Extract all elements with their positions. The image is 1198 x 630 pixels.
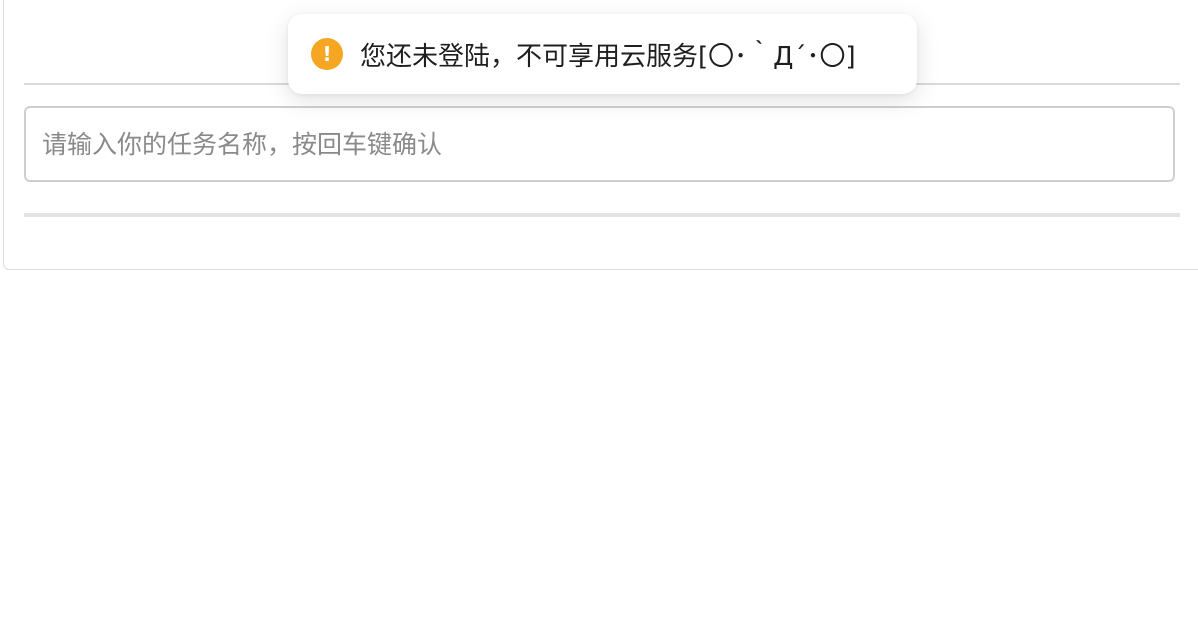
task-name-input[interactable] xyxy=(24,106,1175,182)
warning-icon: ! xyxy=(311,38,343,70)
login-warning-toast: ! 您还未登陆，不可享用云服务[〇･｀Д´･〇] xyxy=(288,14,917,94)
toast-message: 您还未登陆，不可享用云服务[〇･｀Д´･〇] xyxy=(360,41,856,72)
task-list-divider xyxy=(24,213,1180,217)
